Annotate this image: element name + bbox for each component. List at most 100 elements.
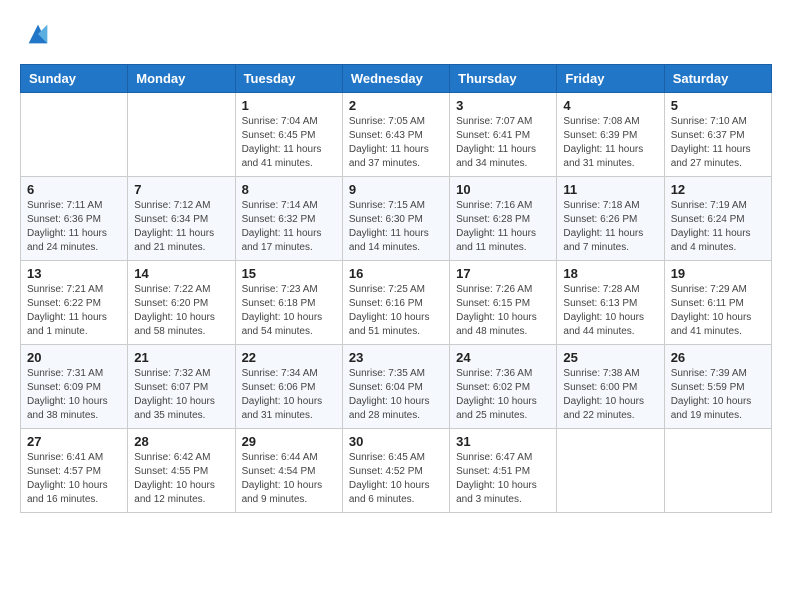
day-number: 23 (349, 350, 443, 365)
calendar-cell: 13Sunrise: 7:21 AM Sunset: 6:22 PM Dayli… (21, 261, 128, 345)
calendar-cell: 15 Sunrise: 7:23 AM Sunset: 6:18 PM Dayli… (235, 261, 342, 345)
calendar-cell: 4 Sunrise: 7:08 AM Sunset: 6:39 PM Daylig… (557, 93, 664, 177)
weekday-header-friday: Friday (557, 65, 664, 93)
day-info: Sunrise: 7:16 AM Sunset: 6:28 PM Dayligh… (456, 199, 550, 255)
week-row-1: 1 Sunrise: 7:04 AM Sunset: 6:45 PM Daylig… (21, 93, 772, 177)
page-header (20, 20, 772, 48)
day-info: Sunrise: 7:11 AM Sunset: 6:36 PM Dayligh… (27, 199, 121, 255)
calendar-cell: 16 Sunrise: 7:25 AM Sunset: 6:16 PM Dayli… (342, 261, 449, 345)
calendar-cell: 14Sunrise: 7:22 AM Sunset: 6:20 PM Dayli… (128, 261, 235, 345)
day-number: 12 (671, 182, 765, 197)
day-info: Sunrise: 7:35 AM Sunset: 6:04 PM Dayligh… (349, 367, 443, 423)
day-number: 18 (563, 266, 657, 281)
day-info: Sunrise: 7:38 AM Sunset: 6:00 PM Dayligh… (563, 367, 657, 423)
day-info: Sunrise: 6:42 AM Sunset: 4:55 PM Dayligh… (134, 451, 228, 507)
day-number: 27 (27, 434, 121, 449)
day-number: 22 (242, 350, 336, 365)
day-info: Sunrise: 7:04 AM Sunset: 6:45 PM Dayligh… (242, 115, 336, 171)
day-number: 28 (134, 434, 228, 449)
day-number: 17 (456, 266, 550, 281)
calendar-cell: 20 Sunrise: 7:31 AM Sunset: 6:09 PM Dayli… (21, 345, 128, 429)
day-info: Sunrise: 7:21 AM Sunset: 6:22 PM Dayligh… (27, 283, 121, 339)
calendar-cell: 7Sunrise: 7:12 AM Sunset: 6:34 PM Daylig… (128, 177, 235, 261)
day-info: Sunrise: 6:47 AM Sunset: 4:51 PM Dayligh… (456, 451, 550, 507)
day-number: 11 (563, 182, 657, 197)
day-number: 3 (456, 98, 550, 113)
weekday-header-thursday: Thursday (450, 65, 557, 93)
calendar-cell: 26 Sunrise: 7:39 AM Sunset: 5:59 PM Dayli… (664, 345, 771, 429)
day-number: 25 (563, 350, 657, 365)
calendar-cell (557, 429, 664, 513)
weekday-header-wednesday: Wednesday (342, 65, 449, 93)
calendar-table: SundayMondayTuesdayWednesdayThursdayFrid… (20, 64, 772, 513)
day-number: 7 (134, 182, 228, 197)
calendar-cell: 27 Sunrise: 6:41 AM Sunset: 4:57 PM Dayli… (21, 429, 128, 513)
day-info: Sunrise: 7:39 AM Sunset: 5:59 PM Dayligh… (671, 367, 765, 423)
day-number: 6 (27, 182, 121, 197)
day-number: 4 (563, 98, 657, 113)
calendar-cell (664, 429, 771, 513)
day-number: 9 (349, 182, 443, 197)
calendar-cell: 8 Sunrise: 7:14 AM Sunset: 6:32 PM Daylig… (235, 177, 342, 261)
weekday-header-sunday: Sunday (21, 65, 128, 93)
day-number: 26 (671, 350, 765, 365)
day-info: Sunrise: 7:22 AM Sunset: 6:20 PM Dayligh… (134, 283, 228, 339)
calendar-cell: 25 Sunrise: 7:38 AM Sunset: 6:00 PM Dayli… (557, 345, 664, 429)
day-info: Sunrise: 7:08 AM Sunset: 6:39 PM Dayligh… (563, 115, 657, 171)
calendar-cell: 18 Sunrise: 7:28 AM Sunset: 6:13 PM Dayli… (557, 261, 664, 345)
day-info: Sunrise: 6:44 AM Sunset: 4:54 PM Dayligh… (242, 451, 336, 507)
day-number: 29 (242, 434, 336, 449)
day-number: 5 (671, 98, 765, 113)
day-number: 31 (456, 434, 550, 449)
calendar-cell: 19Sunrise: 7:29 AM Sunset: 6:11 PM Dayli… (664, 261, 771, 345)
day-number: 15 (242, 266, 336, 281)
calendar-cell (21, 93, 128, 177)
calendar-cell: 30 Sunrise: 6:45 AM Sunset: 4:52 PM Dayli… (342, 429, 449, 513)
day-info: Sunrise: 7:29 AM Sunset: 6:11 PM Dayligh… (671, 283, 765, 339)
day-info: Sunrise: 7:32 AM Sunset: 6:07 PM Dayligh… (134, 367, 228, 423)
calendar-cell: 21Sunrise: 7:32 AM Sunset: 6:07 PM Dayli… (128, 345, 235, 429)
weekday-header-monday: Monday (128, 65, 235, 93)
day-info: Sunrise: 7:10 AM Sunset: 6:37 PM Dayligh… (671, 115, 765, 171)
calendar-cell: 10 Sunrise: 7:16 AM Sunset: 6:28 PM Dayli… (450, 177, 557, 261)
day-info: Sunrise: 7:07 AM Sunset: 6:41 PM Dayligh… (456, 115, 550, 171)
week-row-4: 20 Sunrise: 7:31 AM Sunset: 6:09 PM Dayli… (21, 345, 772, 429)
day-info: Sunrise: 7:05 AM Sunset: 6:43 PM Dayligh… (349, 115, 443, 171)
weekday-header-saturday: Saturday (664, 65, 771, 93)
day-number: 8 (242, 182, 336, 197)
day-info: Sunrise: 7:31 AM Sunset: 6:09 PM Dayligh… (27, 367, 121, 423)
day-info: Sunrise: 7:26 AM Sunset: 6:15 PM Dayligh… (456, 283, 550, 339)
week-row-2: 6 Sunrise: 7:11 AM Sunset: 6:36 PM Daylig… (21, 177, 772, 261)
calendar-cell: 22Sunrise: 7:34 AM Sunset: 6:06 PM Dayli… (235, 345, 342, 429)
logo (20, 20, 52, 48)
day-info: Sunrise: 6:45 AM Sunset: 4:52 PM Dayligh… (349, 451, 443, 507)
day-info: Sunrise: 7:36 AM Sunset: 6:02 PM Dayligh… (456, 367, 550, 423)
day-number: 2 (349, 98, 443, 113)
day-info: Sunrise: 7:25 AM Sunset: 6:16 PM Dayligh… (349, 283, 443, 339)
week-row-5: 27 Sunrise: 6:41 AM Sunset: 4:57 PM Dayli… (21, 429, 772, 513)
calendar-cell: 5 Sunrise: 7:10 AM Sunset: 6:37 PM Daylig… (664, 93, 771, 177)
calendar-cell: 31 Sunrise: 6:47 AM Sunset: 4:51 PM Dayli… (450, 429, 557, 513)
day-number: 10 (456, 182, 550, 197)
calendar-cell: 9 Sunrise: 7:15 AM Sunset: 6:30 PM Daylig… (342, 177, 449, 261)
day-info: Sunrise: 7:14 AM Sunset: 6:32 PM Dayligh… (242, 199, 336, 255)
day-info: Sunrise: 7:18 AM Sunset: 6:26 PM Dayligh… (563, 199, 657, 255)
day-number: 30 (349, 434, 443, 449)
calendar-cell: 6 Sunrise: 7:11 AM Sunset: 6:36 PM Daylig… (21, 177, 128, 261)
calendar-cell: 23 Sunrise: 7:35 AM Sunset: 6:04 PM Dayli… (342, 345, 449, 429)
calendar-cell: 11 Sunrise: 7:18 AM Sunset: 6:26 PM Dayli… (557, 177, 664, 261)
day-info: Sunrise: 7:15 AM Sunset: 6:30 PM Dayligh… (349, 199, 443, 255)
day-number: 20 (27, 350, 121, 365)
calendar-cell: 1 Sunrise: 7:04 AM Sunset: 6:45 PM Daylig… (235, 93, 342, 177)
calendar-cell: 29 Sunrise: 6:44 AM Sunset: 4:54 PM Dayli… (235, 429, 342, 513)
day-info: Sunrise: 7:28 AM Sunset: 6:13 PM Dayligh… (563, 283, 657, 339)
weekday-header-tuesday: Tuesday (235, 65, 342, 93)
calendar-cell: 3 Sunrise: 7:07 AM Sunset: 6:41 PM Daylig… (450, 93, 557, 177)
calendar-cell: 17 Sunrise: 7:26 AM Sunset: 6:15 PM Dayli… (450, 261, 557, 345)
logo-icon (24, 20, 52, 48)
day-number: 16 (349, 266, 443, 281)
day-info: Sunrise: 7:23 AM Sunset: 6:18 PM Dayligh… (242, 283, 336, 339)
day-info: Sunrise: 6:41 AM Sunset: 4:57 PM Dayligh… (27, 451, 121, 507)
calendar-cell: 12Sunrise: 7:19 AM Sunset: 6:24 PM Dayli… (664, 177, 771, 261)
day-number: 1 (242, 98, 336, 113)
